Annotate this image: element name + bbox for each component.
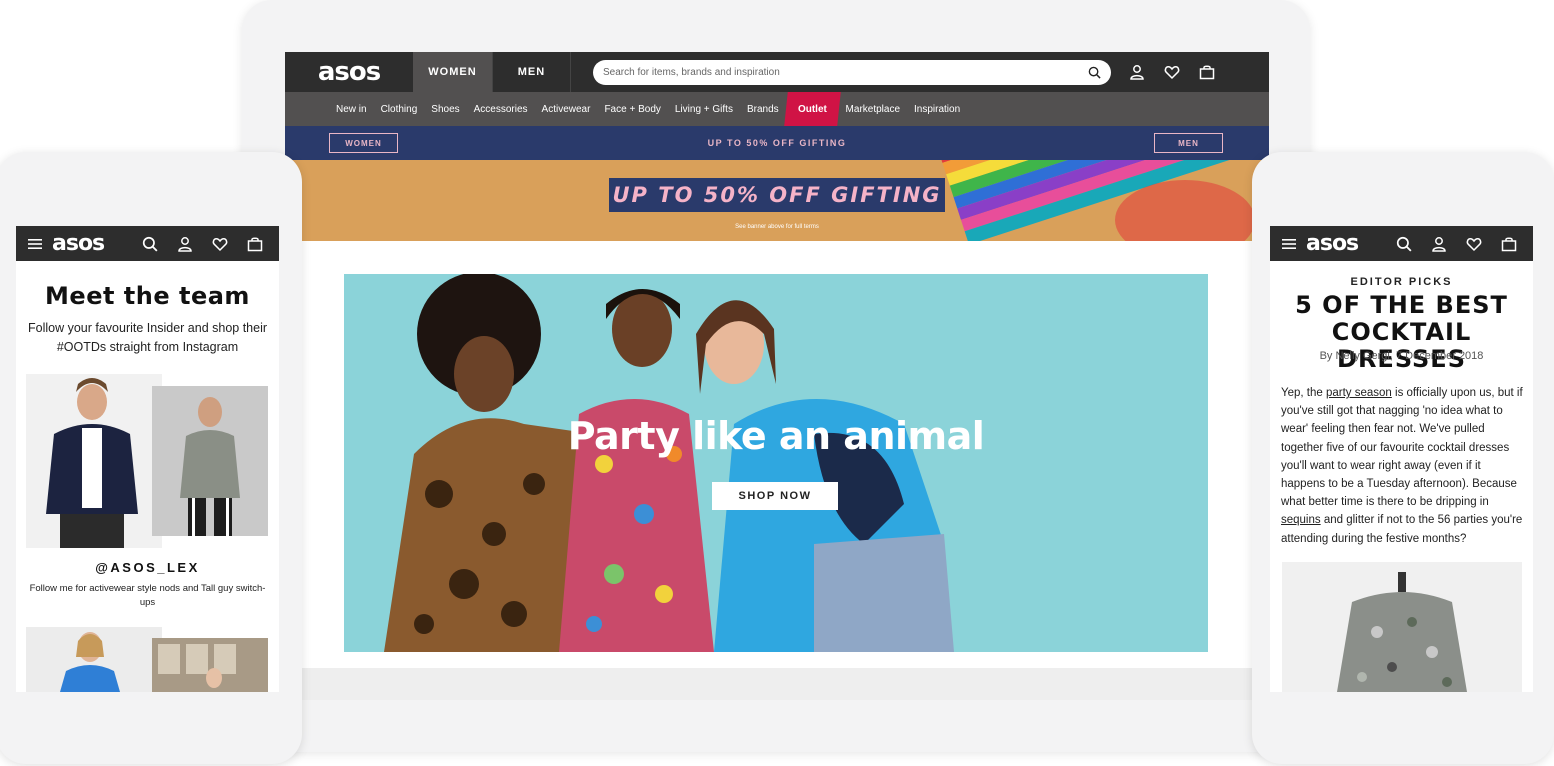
category-living-gifts[interactable]: Living + Gifts bbox=[668, 92, 740, 126]
bag-icon[interactable] bbox=[247, 236, 263, 252]
right-mobile-header: asos bbox=[1270, 226, 1533, 261]
heart-icon[interactable] bbox=[1466, 236, 1482, 252]
heart-icon[interactable] bbox=[1164, 64, 1180, 80]
model-blue-blazer-illustration bbox=[60, 632, 120, 692]
insider-photo-secondary[interactable] bbox=[152, 386, 268, 536]
category-outlet[interactable]: Outlet bbox=[783, 92, 841, 126]
asos-logo[interactable]: asos bbox=[285, 52, 413, 92]
page-subtitle: Follow your favourite Insider and shop t… bbox=[28, 321, 268, 354]
menu-icon[interactable] bbox=[26, 235, 44, 253]
left-phone-screen: asos Meet the team Follow your favourite… bbox=[16, 226, 279, 692]
gifting-banner[interactable]: UP TO 50% OFF GIFTING See banner above f… bbox=[285, 160, 1269, 241]
search-input[interactable] bbox=[603, 66, 1088, 78]
account-icon[interactable] bbox=[1431, 236, 1447, 252]
page-title: Meet the team bbox=[45, 282, 250, 310]
building-scene-illustration bbox=[158, 644, 236, 688]
bag-icon[interactable] bbox=[1501, 236, 1517, 252]
model-shirt-illustration bbox=[180, 397, 240, 536]
banner-title: UP TO 50% OFF GIFTING bbox=[612, 183, 942, 207]
banner-terms[interactable]: See banner above for full terms bbox=[609, 224, 945, 230]
hero-title: Party like an animal bbox=[567, 414, 985, 458]
bag-icon[interactable] bbox=[1199, 64, 1215, 80]
asos-logo[interactable]: asos bbox=[52, 231, 128, 256]
insider-description: Follow me for activewear style nods and … bbox=[29, 583, 266, 608]
account-icon[interactable] bbox=[1129, 64, 1145, 80]
promo-text[interactable]: UP TO 50% OFF GIFTING bbox=[285, 138, 1269, 148]
hero-banner[interactable]: Party like an animal SHOP NOW bbox=[344, 274, 1208, 652]
device-mockup-stage: asos WOMEN MEN New bbox=[0, 0, 1554, 766]
banner-title-box: UP TO 50% OFF GIFTING bbox=[609, 178, 945, 212]
category-marketplace[interactable]: Marketplace bbox=[839, 92, 907, 126]
search-icon[interactable] bbox=[1396, 236, 1412, 252]
desktop-top-nav: asos WOMEN MEN bbox=[285, 52, 1269, 92]
sequin-top-illustration bbox=[1337, 572, 1467, 692]
desktop-screen: asos WOMEN MEN New bbox=[285, 52, 1269, 700]
model-jacket-illustration bbox=[46, 378, 138, 548]
page-footer-area bbox=[285, 668, 1269, 700]
party-season-link[interactable]: party season bbox=[1326, 387, 1392, 399]
category-activewear[interactable]: Activewear bbox=[535, 92, 598, 126]
insider-photo-third[interactable] bbox=[26, 627, 162, 692]
article-byline: By Nelly Gergi, 7 December 2018 bbox=[1319, 350, 1484, 362]
right-phone-screen: asos EDITOR PICKS 5 OF THE BEST COCKTAIL… bbox=[1270, 226, 1533, 692]
account-icon[interactable] bbox=[177, 236, 193, 252]
heart-icon[interactable] bbox=[212, 236, 228, 252]
hero-models-illustration bbox=[384, 274, 954, 652]
promo-men-button[interactable]: MEN bbox=[1154, 133, 1223, 153]
promo-strip: UP TO 50% OFF GIFTING WOMEN MEN bbox=[285, 126, 1269, 160]
insider-photo-main[interactable] bbox=[26, 374, 162, 548]
article-text: Yep, the bbox=[1281, 387, 1326, 399]
promo-women-button[interactable]: WOMEN bbox=[329, 133, 398, 153]
insider-handle[interactable]: @ASOS_LEX bbox=[16, 560, 279, 575]
category-outlet-label: Outlet bbox=[797, 103, 827, 115]
category-shoes[interactable]: Shoes bbox=[424, 92, 466, 126]
tab-women[interactable]: WOMEN bbox=[413, 52, 493, 92]
tab-men[interactable]: MEN bbox=[493, 52, 571, 92]
category-new-in[interactable]: New in bbox=[329, 92, 374, 126]
search-icon[interactable] bbox=[1088, 66, 1101, 79]
article-kicker: EDITOR PICKS bbox=[1350, 276, 1453, 288]
category-nav: New in Clothing Shoes Accessories Active… bbox=[285, 92, 1269, 126]
category-clothing[interactable]: Clothing bbox=[374, 92, 425, 126]
shop-now-button[interactable]: SHOP NOW bbox=[712, 482, 838, 510]
category-inspiration[interactable]: Inspiration bbox=[907, 92, 967, 126]
sequin-dress-image[interactable] bbox=[1282, 562, 1522, 692]
asos-logo[interactable]: asos bbox=[1306, 231, 1382, 256]
insider-photo-fourth[interactable] bbox=[152, 638, 268, 692]
search-icon[interactable] bbox=[142, 236, 158, 252]
search-bar[interactable] bbox=[593, 59, 1111, 85]
article-body: Yep, the party season is officially upon… bbox=[1281, 384, 1525, 548]
sequins-link[interactable]: sequins bbox=[1281, 514, 1321, 526]
left-mobile-header: asos bbox=[16, 226, 279, 261]
category-accessories[interactable]: Accessories bbox=[467, 92, 535, 126]
category-face-body[interactable]: Face + Body bbox=[597, 92, 667, 126]
article-text: is officially upon us, but if you've sti… bbox=[1281, 387, 1523, 509]
menu-icon[interactable] bbox=[1280, 235, 1298, 253]
category-brands[interactable]: Brands bbox=[740, 92, 786, 126]
